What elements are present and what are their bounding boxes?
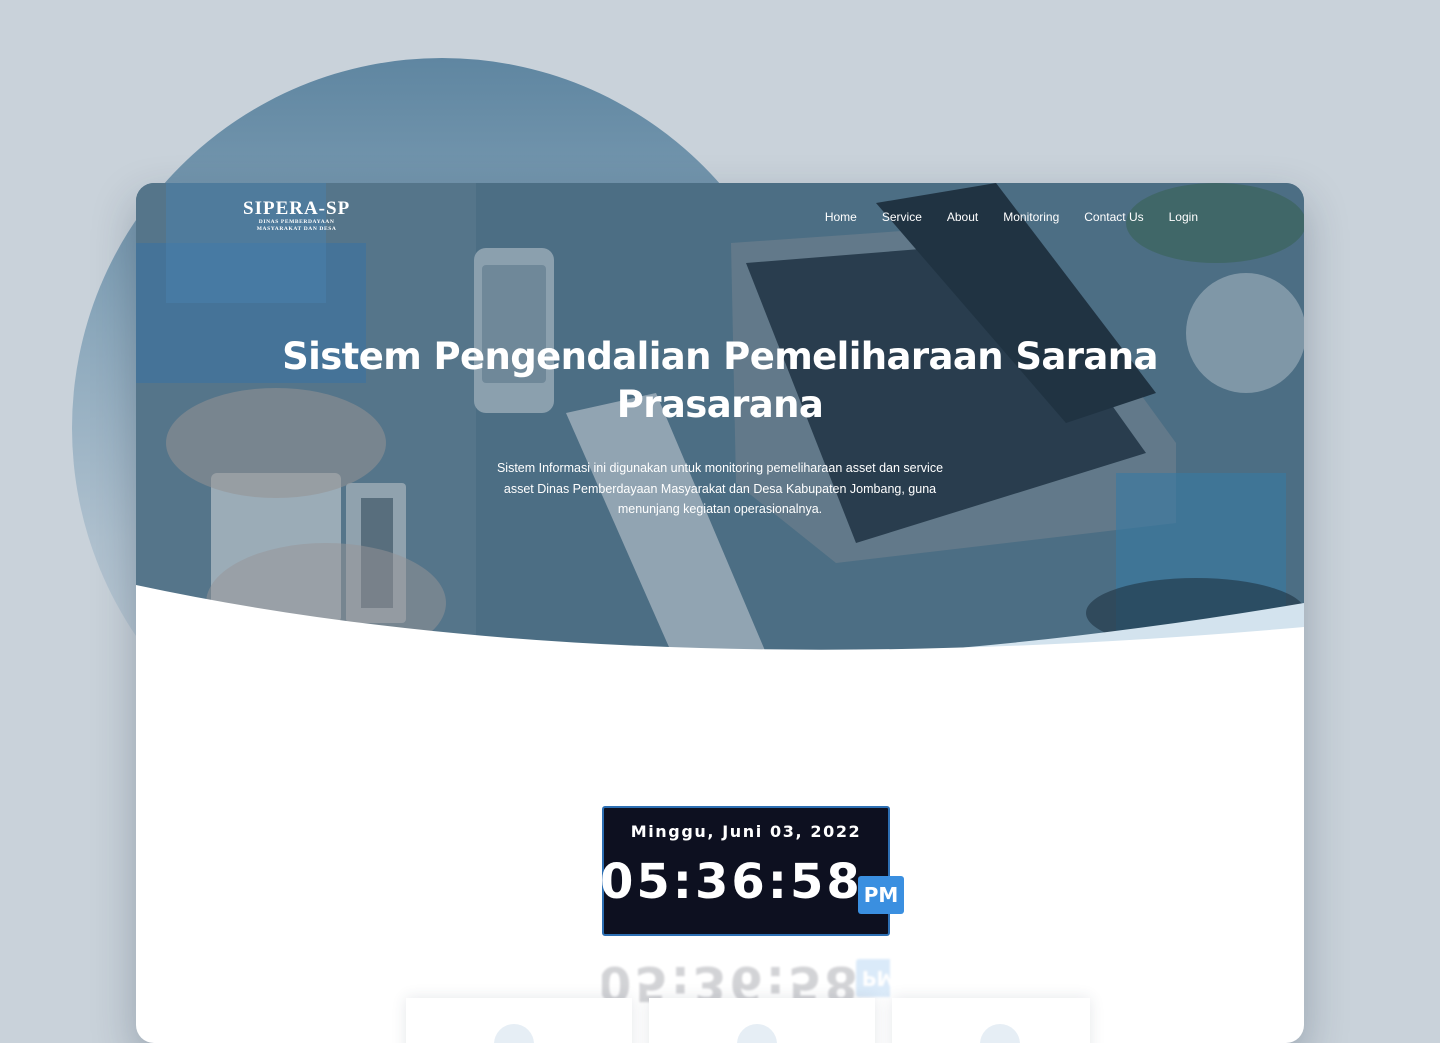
nav-link-contact-us[interactable]: Contact Us bbox=[1084, 210, 1143, 224]
digital-clock: Minggu, Juni 03, 2022 05:36:58 PM bbox=[600, 806, 904, 936]
navbar: SIPERA-SP DINAS PEMBERDAYAAN MASYARAKAT … bbox=[136, 183, 1304, 261]
clock-time: 05:36:58 bbox=[600, 854, 863, 910]
service-card[interactable] bbox=[892, 998, 1090, 1043]
hero-wave-divider bbox=[136, 585, 1304, 693]
service-card[interactable] bbox=[406, 998, 632, 1043]
nav-link-about[interactable]: About bbox=[947, 210, 978, 224]
hero-description-line3: menunjang kegiatan operasionalnya. bbox=[617, 502, 823, 516]
hero-section: SIPERA-SP DINAS PEMBERDAYAAN MASYARAKAT … bbox=[136, 183, 1304, 693]
nav-link-monitoring[interactable]: Monitoring bbox=[1003, 210, 1059, 224]
nav-link-service[interactable]: Service bbox=[882, 210, 922, 224]
hero-description-line1: Sistem Informasi ini digunakan untuk mon… bbox=[496, 461, 944, 475]
clock-ampm-reflection: PM bbox=[856, 959, 890, 997]
clock-date: Minggu, Juni 03, 2022 bbox=[630, 822, 862, 841]
site-logo[interactable]: SIPERA-SP DINAS PEMBERDAYAAN MASYARAKAT … bbox=[243, 199, 350, 232]
hero-title-line1: Sistem Pengendalian Pemeliharaan Sarana bbox=[282, 335, 1158, 378]
website-window: SIPERA-SP DINAS PEMBERDAYAAN MASYARAKAT … bbox=[136, 183, 1304, 1043]
hero-description-line2: asset Dinas Pemberdayaan Masyarakat dan … bbox=[503, 481, 937, 496]
hero-title-line2: Prasarana bbox=[616, 383, 824, 426]
logo-subtitle-line1: DINAS PEMBERDAYAAN bbox=[258, 219, 335, 225]
clock-ampm-badge: PM bbox=[858, 876, 904, 914]
nav-menu: Home Service About Monitoring Contact Us… bbox=[800, 210, 1198, 224]
logo-title: SIPERA-SP bbox=[243, 198, 351, 219]
service-card[interactable] bbox=[649, 998, 875, 1043]
service-cards bbox=[406, 998, 1090, 1043]
hero-description: Sistem Informasi ini digunakan untuk mon… bbox=[433, 458, 1007, 520]
nav-link-login[interactable]: Login bbox=[1169, 210, 1198, 224]
nav-link-home[interactable]: Home bbox=[825, 210, 857, 224]
logo-subtitle-line2: MASYARAKAT DAN DESA bbox=[256, 225, 337, 232]
hero-title: Sistem Pengendalian Pemeliharaan Sarana … bbox=[136, 333, 1304, 429]
